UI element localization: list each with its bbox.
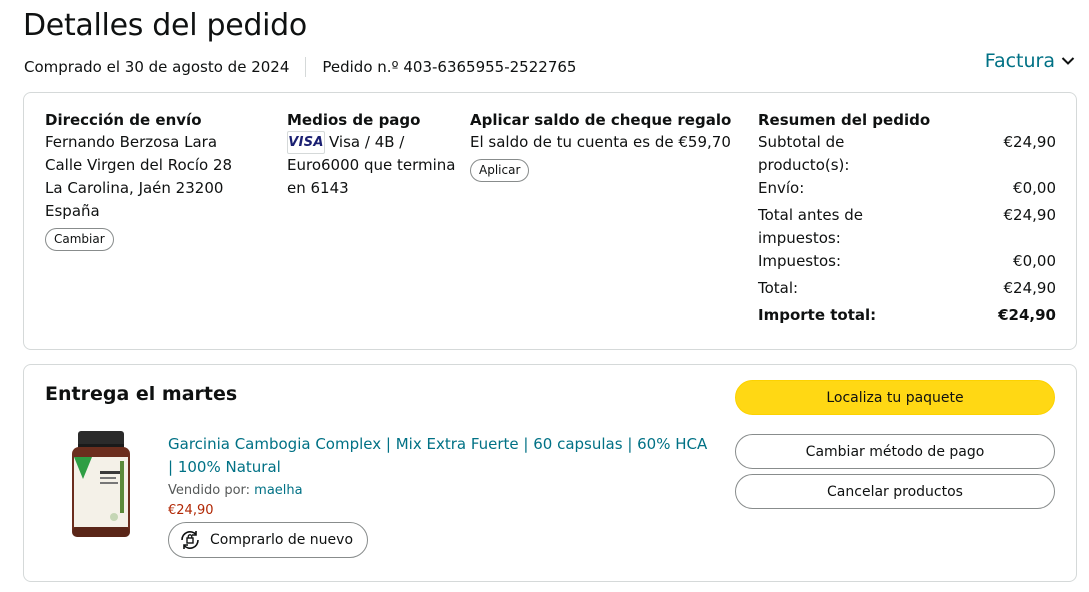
cancel-products-button[interactable]: Cancelar productos (735, 474, 1055, 509)
summary-label: Impuestos: (758, 252, 842, 270)
order-meta: Comprado el 30 de agosto de 2024 Pedido … (24, 57, 576, 77)
gift-balance-text: El saldo de tu cuenta es de €59,70 (470, 133, 731, 151)
visa-card-icon: VISA (287, 131, 325, 154)
payment-line-1: Visa / 4B / (329, 133, 405, 151)
order-summary: Resumen del pedido Subtotal de producto(… (758, 110, 1056, 327)
change-address-button[interactable]: Cambiar (45, 228, 114, 251)
gift-heading: Aplicar saldo de cheque regalo (470, 111, 732, 129)
product-image[interactable] (70, 431, 132, 541)
seller-link[interactable]: maelha (254, 483, 302, 498)
buy-again-icon (181, 530, 199, 550)
shipping-city: La Carolina, Jaén 23200 (45, 179, 224, 197)
meta-divider (305, 57, 307, 77)
summary-heading: Resumen del pedido (758, 111, 931, 129)
delivery-title: Entrega el martes (45, 383, 238, 405)
shipping-country: España (45, 202, 100, 220)
summary-label: Envío: (758, 179, 805, 197)
summary-label: Total: (758, 279, 799, 297)
apply-gift-button[interactable]: Aplicar (470, 159, 530, 182)
page-title: Detalles del pedido (23, 8, 307, 43)
product-title-link[interactable]: Garcinia Cambogia Complex | Mix Extra Fu… (168, 433, 708, 479)
summary-row-subtotal: Subtotal de producto(s): €24,90 (758, 131, 1056, 177)
chevron-down-icon (1061, 57, 1075, 65)
seller-info: Vendido por: maelha (168, 483, 708, 498)
summary-row-shipping: Envío: €0,00 (758, 177, 1056, 200)
payment-line-3: en 6143 (287, 179, 349, 197)
shipping-heading: Dirección de envío (45, 111, 202, 129)
product-info: Garcinia Cambogia Complex | Mix Extra Fu… (168, 433, 708, 558)
invoice-dropdown[interactable]: Factura (985, 50, 1075, 72)
delivery-box: Entrega el martes Garcinia Cambogia Comp… (23, 364, 1077, 582)
summary-value: €24,90 (1003, 279, 1057, 297)
buy-again-label: Comprarlo de nuevo (210, 532, 354, 548)
summary-value: €24,90 (1003, 133, 1057, 151)
order-summary-box: Dirección de envío Fernando Berzosa Lara… (23, 92, 1077, 350)
gift-card-balance: Aplicar saldo de cheque regalo El saldo … (470, 110, 740, 182)
order-number: Pedido n.º 403-6365955-2522765 (322, 58, 577, 76)
payment-method: Medios de pago VISA Visa / 4B / Euro6000 … (287, 110, 457, 200)
change-payment-button[interactable]: Cambiar método de pago (735, 434, 1055, 469)
shipping-street: Calle Virgen del Rocío 28 (45, 156, 233, 174)
payment-line-2: Euro6000 que termina (287, 156, 456, 174)
summary-label: Total antes de impuestos: (758, 206, 863, 247)
invoice-label: Factura (984, 50, 1055, 72)
summary-row-total: Total: €24,90 (758, 277, 1056, 300)
summary-row-pretax: Total antes de impuestos: €24,90 (758, 204, 1056, 250)
summary-row-grand-total: Importe total: €24,90 (758, 304, 1056, 327)
summary-label: Importe total: (758, 306, 877, 324)
track-package-button[interactable]: Localiza tu paquete (735, 380, 1055, 415)
summary-label: Subtotal de producto(s): (758, 133, 850, 174)
buy-again-button[interactable]: Comprarlo de nuevo (168, 522, 369, 558)
summary-row-tax: Impuestos: €0,00 (758, 250, 1056, 273)
summary-value: €0,00 (1013, 179, 1056, 197)
seller-prefix: Vendido por: (168, 483, 251, 498)
purchase-date: Comprado el 30 de agosto de 2024 (24, 58, 290, 76)
summary-value: €24,90 (998, 306, 1056, 324)
shipping-name: Fernando Berzosa Lara (45, 133, 218, 151)
product-price: €24,90 (168, 503, 214, 518)
shipping-address: Dirección de envío Fernando Berzosa Lara… (45, 110, 260, 251)
summary-value: €0,00 (1013, 252, 1056, 270)
summary-value: €24,90 (1003, 206, 1057, 224)
payment-heading: Medios de pago (287, 111, 421, 129)
